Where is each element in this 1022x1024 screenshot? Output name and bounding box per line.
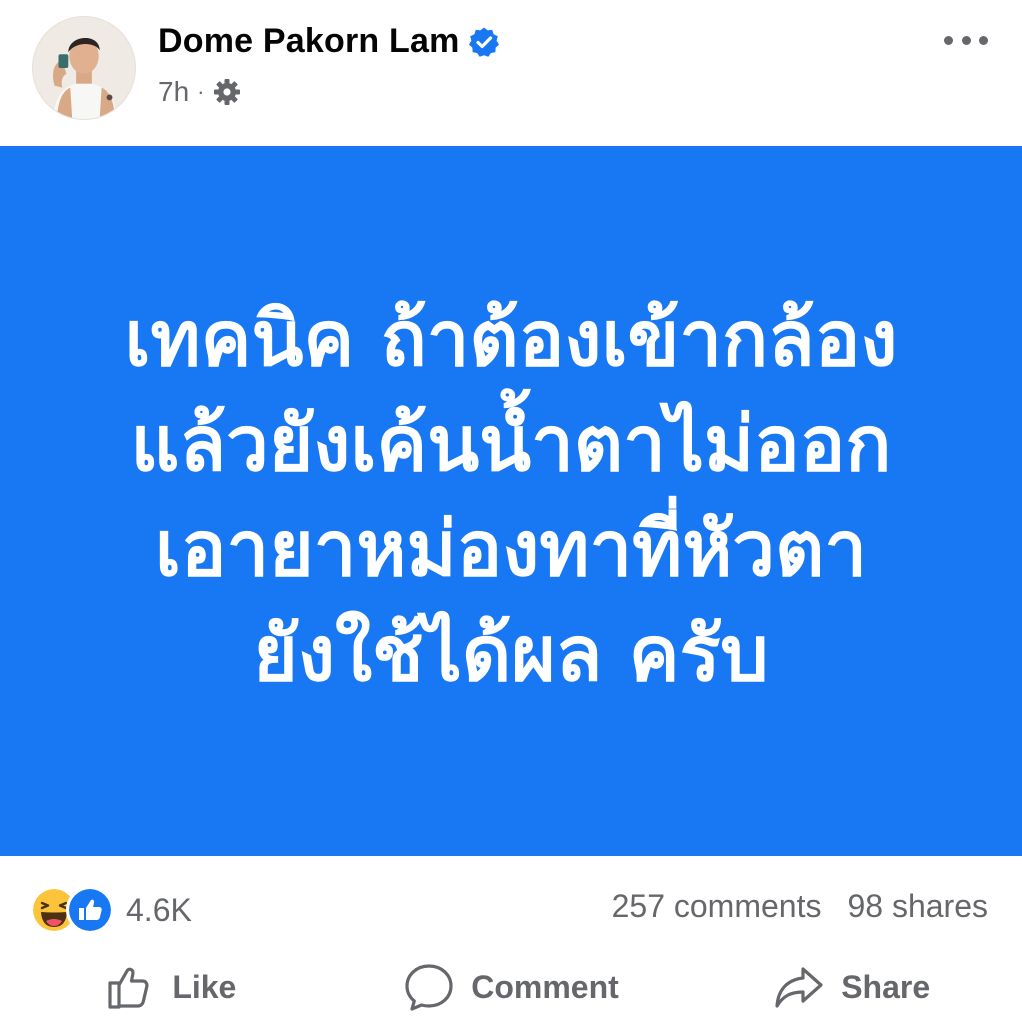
- share-label: Share: [841, 968, 931, 1005]
- like-label: Like: [172, 968, 237, 1005]
- author-line: Dome Pakorn Lam: [158, 22, 500, 61]
- verified-badge-icon: [468, 27, 499, 57]
- like-reaction-icon: [66, 886, 114, 934]
- more-dot: [979, 35, 988, 45]
- post-time[interactable]: 7h: [158, 76, 189, 108]
- post-actions: Like Comment Share: [0, 950, 1022, 1024]
- engagement-counts: 257 comments 98 shares: [612, 888, 988, 925]
- post-content-background: เทคนิค ถ้าต้องเข้ากล้อง แล้วยังเค้นน้ำตา…: [0, 146, 1022, 856]
- like-button[interactable]: Like: [0, 950, 341, 1024]
- gear-icon[interactable]: [212, 77, 242, 107]
- author-name[interactable]: Dome Pakorn Lam: [158, 22, 460, 61]
- more-dot: [944, 35, 953, 45]
- post-header: Dome Pakorn Lam 7h ·: [0, 0, 1022, 146]
- post-body-text: เทคนิค ถ้าต้องเข้ากล้อง แล้วยังเค้นน้ำตา…: [124, 294, 898, 698]
- meta-separator: ·: [197, 79, 205, 104]
- comment-label: Comment: [471, 968, 619, 1005]
- post-meta: 7h ·: [158, 76, 242, 108]
- reactions-count: 4.6K: [126, 891, 192, 928]
- share-arrow-icon: [775, 967, 823, 1008]
- thumbs-up-icon: [108, 967, 149, 1009]
- comment-button[interactable]: Comment: [341, 950, 682, 1024]
- reactions-summary[interactable]: 4.6K: [30, 886, 192, 934]
- comment-bubble-icon: [405, 964, 453, 1011]
- shares-count[interactable]: 98 shares: [847, 888, 988, 925]
- more-dot: [961, 35, 971, 45]
- more-options-icon[interactable]: [944, 24, 988, 56]
- avatar-photo: [33, 17, 135, 119]
- post-stats: 4.6K 257 comments 98 shares: [0, 878, 1022, 938]
- share-button[interactable]: Share: [681, 950, 1022, 1024]
- comments-count[interactable]: 257 comments: [612, 888, 822, 925]
- author-avatar[interactable]: [32, 16, 136, 120]
